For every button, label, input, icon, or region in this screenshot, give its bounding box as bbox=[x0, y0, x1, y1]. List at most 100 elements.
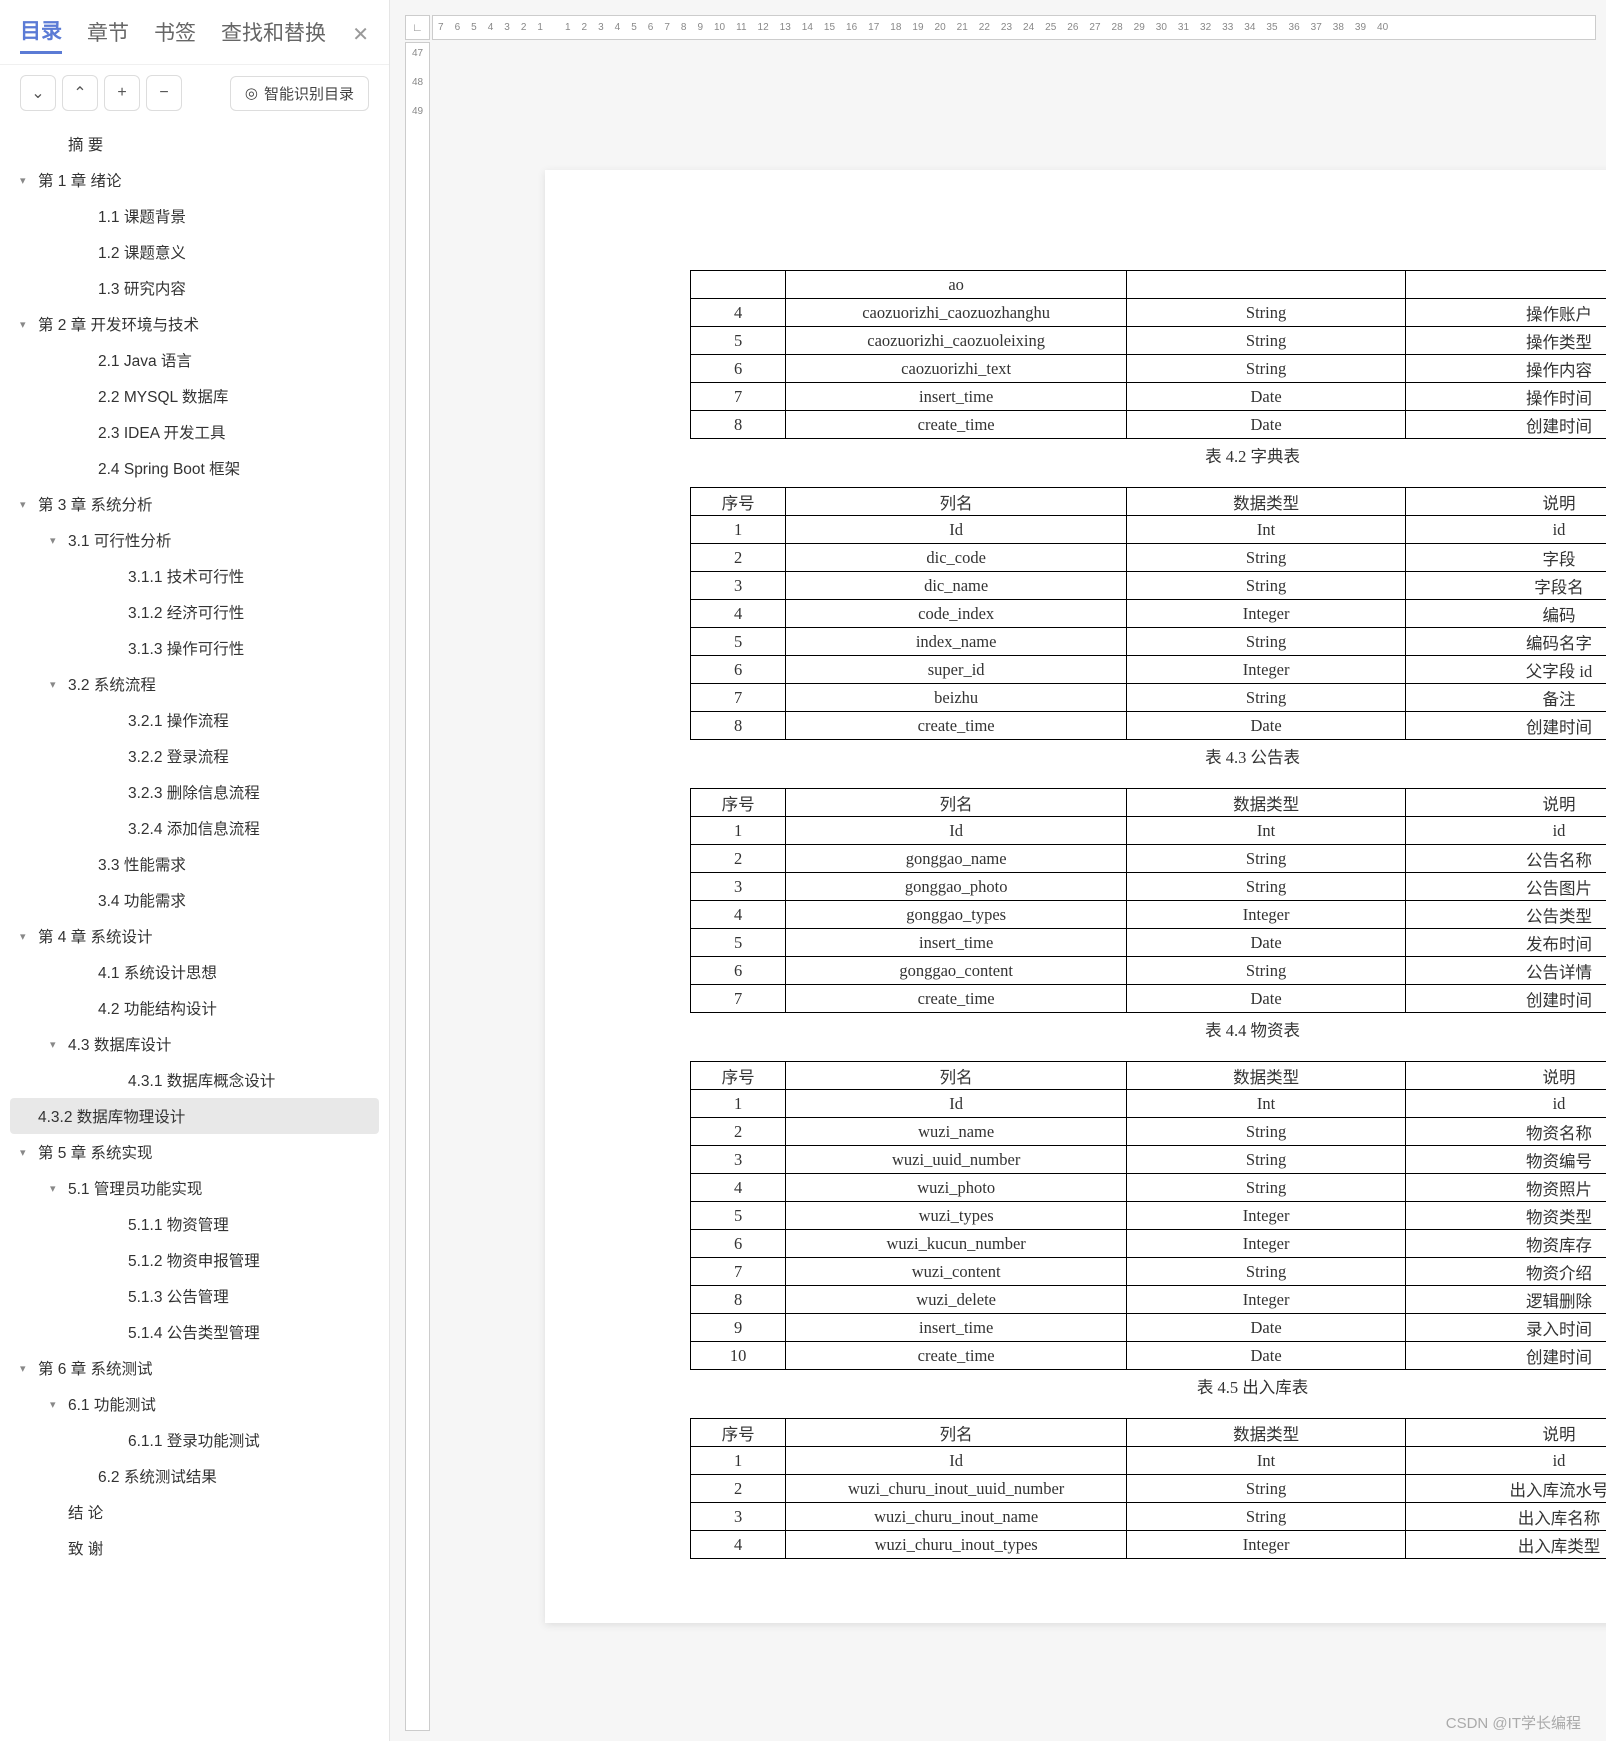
toc-toolbar: ⌄ ⌃ + − ◎ 智能识别目录 bbox=[0, 65, 389, 121]
ruler-tick: 13 bbox=[780, 22, 791, 33]
horizontal-ruler[interactable]: 7654321123456789101112131415161718192021… bbox=[432, 15, 1596, 40]
toc-item[interactable]: 5.1.1 物资管理 bbox=[0, 1206, 389, 1242]
table-cell: wuzi_content bbox=[786, 1258, 1127, 1286]
toc-item[interactable]: ▾3.2 系统流程 bbox=[0, 666, 389, 702]
toc-item[interactable]: ▾第 4 章 系统设计 bbox=[0, 918, 389, 954]
table-header: 序号 bbox=[691, 1062, 786, 1090]
toc-item[interactable]: 3.1.2 经济可行性 bbox=[0, 594, 389, 630]
toc-item[interactable]: 5.1.4 公告类型管理 bbox=[0, 1314, 389, 1350]
toc-item[interactable]: 1.3 研究内容 bbox=[0, 270, 389, 306]
table-row: 7insert_timeDate操作时间是 bbox=[691, 383, 1606, 411]
toc-item-label: 1.2 课题意义 bbox=[98, 241, 186, 263]
table-cell: 创建时间 bbox=[1406, 411, 1606, 439]
table-cell bbox=[1126, 271, 1405, 299]
toc-item[interactable]: 3.3 性能需求 bbox=[0, 846, 389, 882]
table-cell: 10 bbox=[691, 1342, 786, 1370]
smart-detect-toc-button[interactable]: ◎ 智能识别目录 bbox=[230, 76, 369, 111]
toc-item[interactable]: ▾第 1 章 绪论 bbox=[0, 162, 389, 198]
add-button[interactable]: + bbox=[104, 75, 140, 111]
table-cell: create_time bbox=[786, 985, 1127, 1013]
toc-item[interactable]: 4.3.1 数据库概念设计 bbox=[0, 1062, 389, 1098]
toc-item[interactable]: 4.1 系统设计思想 bbox=[0, 954, 389, 990]
expand-button[interactable]: ⌃ bbox=[62, 75, 98, 111]
toc-item[interactable]: ▾5.1 管理员功能实现 bbox=[0, 1170, 389, 1206]
table-cell: 1 bbox=[691, 1447, 786, 1475]
remove-button[interactable]: − bbox=[146, 75, 182, 111]
table-cell: 7 bbox=[691, 383, 786, 411]
toc-item[interactable]: 3.1.3 操作可行性 bbox=[0, 630, 389, 666]
ruler-corner[interactable]: ∟ bbox=[405, 15, 430, 40]
toc-item[interactable]: 3.2.4 添加信息流程 bbox=[0, 810, 389, 846]
table-cell: 出入库流水号 bbox=[1406, 1475, 1606, 1503]
toc-item[interactable]: 4.3.2 数据库物理设计 bbox=[10, 1098, 379, 1134]
table-cell: Date bbox=[1126, 1342, 1405, 1370]
toc-item[interactable]: 1.1 课题背景 bbox=[0, 198, 389, 234]
toc-item[interactable]: 3.1.1 技术可行性 bbox=[0, 558, 389, 594]
collapse-button[interactable]: ⌄ bbox=[20, 75, 56, 111]
table-header: 说明 bbox=[1406, 488, 1606, 516]
toc-item[interactable]: 5.1.3 公告管理 bbox=[0, 1278, 389, 1314]
tab-bookmarks[interactable]: 书签 bbox=[154, 17, 196, 53]
table-cell: 6 bbox=[691, 656, 786, 684]
toc-item[interactable]: 2.3 IDEA 开发工具 bbox=[0, 414, 389, 450]
table-cell: 8 bbox=[691, 712, 786, 740]
table-row: 1IdIntid否 bbox=[691, 817, 1606, 845]
table-header: 数据类型 bbox=[1126, 789, 1405, 817]
table-cell: 4 bbox=[691, 1174, 786, 1202]
ruler-tick: 21 bbox=[957, 22, 968, 33]
table-row: 2gonggao_nameString公告名称是 bbox=[691, 845, 1606, 873]
table-cell: caozuorizhi_caozuoleixing bbox=[786, 327, 1127, 355]
toc-item[interactable]: 2.4 Spring Boot 框架 bbox=[0, 450, 389, 486]
toc-item[interactable]: ▾第 6 章 系统测试 bbox=[0, 1350, 389, 1386]
table-cell: wuzi_churu_inout_name bbox=[786, 1503, 1127, 1531]
toc-item[interactable]: 6.2 系统测试结果 bbox=[0, 1458, 389, 1494]
toc-item[interactable]: 摘 要 bbox=[0, 126, 389, 162]
toc-item[interactable]: 6.1.1 登录功能测试 bbox=[0, 1422, 389, 1458]
ruler-tick: 37 bbox=[1311, 22, 1322, 33]
toc-item[interactable]: 结 论 bbox=[0, 1494, 389, 1530]
ruler-tick: 33 bbox=[1222, 22, 1233, 33]
toc-item[interactable]: 2.2 MYSQL 数据库 bbox=[0, 378, 389, 414]
toc-tree: 摘 要▾第 1 章 绪论1.1 课题背景 1.2 课题意义 1.3 研究内容▾第 2… bbox=[0, 121, 389, 1571]
toc-item[interactable]: ▾第 3 章 系统分析 bbox=[0, 486, 389, 522]
toc-item[interactable]: ▾第 2 章 开发环境与技术 bbox=[0, 306, 389, 342]
tab-find-replace[interactable]: 查找和替换 bbox=[221, 17, 326, 53]
ruler-tick: 22 bbox=[979, 22, 990, 33]
toc-item[interactable]: 3.2.1 操作流程 bbox=[0, 702, 389, 738]
table-header: 序号 bbox=[691, 1419, 786, 1447]
toc-item[interactable]: ▾6.1 功能测试 bbox=[0, 1386, 389, 1422]
table-row: 4wuzi_churu_inout_typesInteger出入库类型是 bbox=[691, 1531, 1606, 1559]
vertical-ruler[interactable]: 474849 bbox=[405, 42, 430, 1731]
toc-item[interactable]: ▾3.1 可行性分析 bbox=[0, 522, 389, 558]
table-header: 列名 bbox=[786, 1062, 1127, 1090]
toc-item[interactable]: 致 谢 bbox=[0, 1530, 389, 1566]
ruler-tick: 35 bbox=[1266, 22, 1277, 33]
toc-item[interactable]: 1.2 课题意义 bbox=[0, 234, 389, 270]
table-cell: 5 bbox=[691, 929, 786, 957]
ruler-tick: 11 bbox=[736, 22, 746, 33]
toc-item-label: 5.1.4 公告类型管理 bbox=[128, 1321, 260, 1343]
toc-item[interactable]: 4.2 功能结构设计 bbox=[0, 990, 389, 1026]
close-icon[interactable]: ✕ bbox=[352, 22, 369, 47]
ruler-tick: 29 bbox=[1134, 22, 1145, 33]
toc-item-label: 5.1 管理员功能实现 bbox=[68, 1177, 202, 1199]
table-header: 列名 bbox=[786, 1419, 1127, 1447]
tab-chapters[interactable]: 章节 bbox=[87, 17, 129, 53]
ruler-tick: 30 bbox=[1156, 22, 1167, 33]
toc-item-label: 5.1.3 公告管理 bbox=[128, 1285, 229, 1307]
toc-item[interactable]: 2.1 Java 语言 bbox=[0, 342, 389, 378]
toc-item[interactable]: 3.2.3 删除信息流程 bbox=[0, 774, 389, 810]
table-cell: Integer bbox=[1126, 1202, 1405, 1230]
ruler-tick: 23 bbox=[1001, 22, 1012, 33]
toc-item[interactable]: 3.2.2 登录流程 bbox=[0, 738, 389, 774]
toc-item[interactable]: 3.4 功能需求 bbox=[0, 882, 389, 918]
table-cell: caozuorizhi_text bbox=[786, 355, 1127, 383]
table-cell: Id bbox=[786, 516, 1127, 544]
toc-item[interactable]: ▾4.3 数据库设计 bbox=[0, 1026, 389, 1062]
table-header: 说明 bbox=[1406, 1419, 1606, 1447]
tab-toc[interactable]: 目录 bbox=[20, 15, 62, 54]
table-row: 1IdIntid否 bbox=[691, 1447, 1606, 1475]
toc-item[interactable]: 5.1.2 物资申报管理 bbox=[0, 1242, 389, 1278]
toc-item[interactable]: ▾第 5 章 系统实现 bbox=[0, 1134, 389, 1170]
table-cell: String bbox=[1126, 355, 1405, 383]
